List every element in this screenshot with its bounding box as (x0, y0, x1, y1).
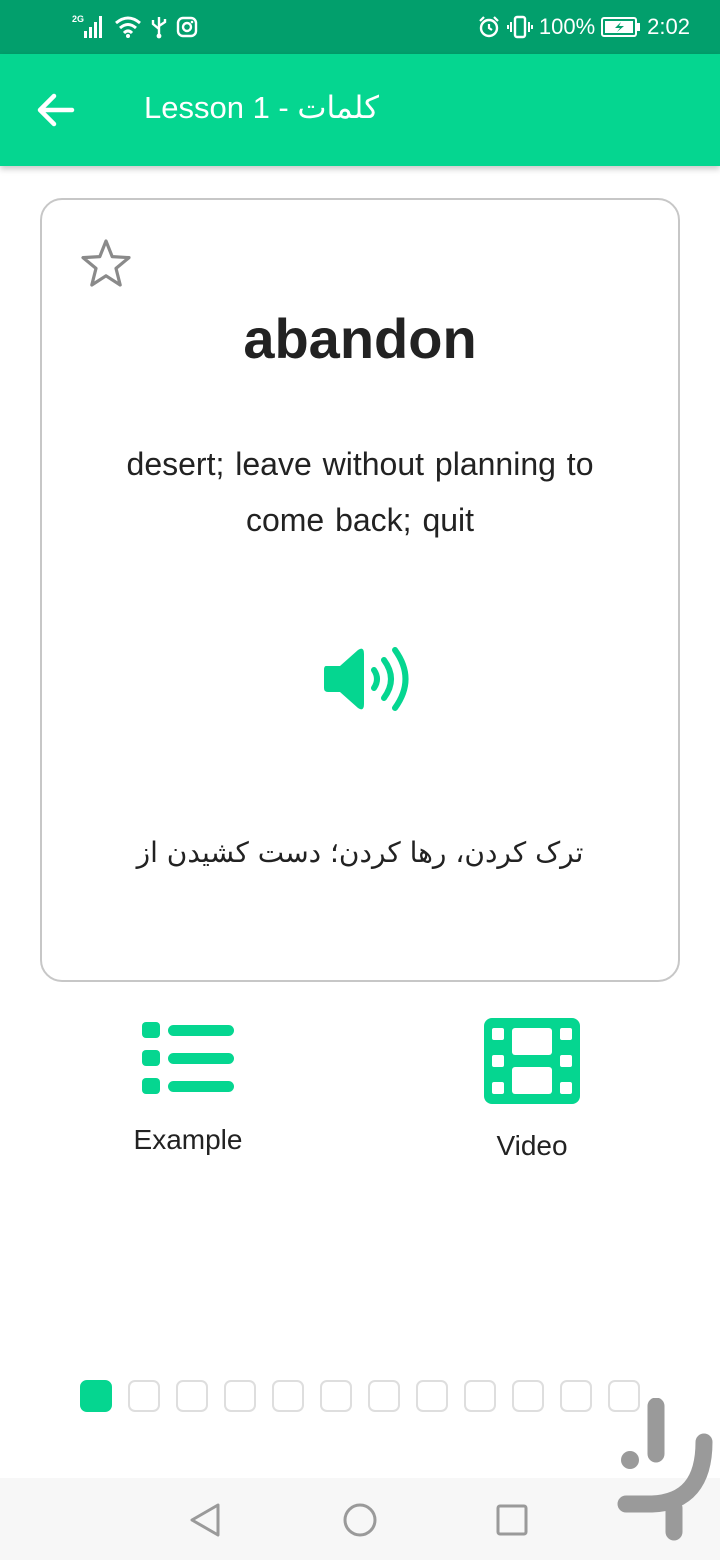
arrow-left-icon (37, 93, 75, 127)
word-text: abandon (243, 307, 477, 370)
page-dot[interactable] (560, 1380, 592, 1412)
square-recent-icon (496, 1504, 528, 1536)
back-button[interactable] (28, 84, 84, 136)
page-dot[interactable] (320, 1380, 352, 1412)
page-dot[interactable] (272, 1380, 304, 1412)
pronunciation-button[interactable] (318, 640, 422, 720)
status-right-icons: 100% 2:02 (477, 12, 690, 42)
app-bar: Lesson 1 - کلمات (0, 54, 720, 166)
translation-text: ترک کردن، رها کردن؛ دست کشیدن از (136, 836, 584, 869)
triangle-back-icon (190, 1503, 220, 1537)
page-dot[interactable] (464, 1380, 496, 1412)
battery-icon (601, 17, 641, 37)
status-left-icons: 2G (72, 12, 198, 42)
film-icon (484, 1018, 580, 1104)
battery-percent: 100% (538, 14, 596, 39)
star-outline-icon (81, 239, 131, 287)
usb-icon (151, 17, 167, 39)
svg-text:2G: 2G (72, 14, 84, 24)
signal-icon: 2G (72, 14, 102, 38)
page-dot[interactable] (128, 1380, 160, 1412)
nav-recent-button[interactable] (490, 1498, 534, 1542)
instagram-icon (176, 16, 198, 38)
page-dot[interactable] (224, 1380, 256, 1412)
video-label: Video (496, 1130, 568, 1161)
store-logo-watermark (617, 1398, 713, 1541)
example-label: Example (133, 1124, 243, 1155)
page-title: Lesson 1 - کلمات (144, 90, 379, 125)
video-button[interactable]: Video (422, 1018, 642, 1162)
page-dot[interactable] (80, 1380, 112, 1412)
clock: 2:02 (647, 14, 690, 39)
alarm-icon (479, 16, 499, 38)
list-icon (142, 1022, 234, 1094)
wifi-icon (115, 16, 141, 38)
page-dot[interactable] (512, 1380, 544, 1412)
example-button[interactable]: Example (78, 1018, 298, 1156)
page-dot[interactable] (416, 1380, 448, 1412)
page-dot[interactable] (368, 1380, 400, 1412)
status-bar: 2G 100% 2:02 (0, 0, 720, 54)
app-screen: 2G 100% 2:02 Lesson 1 - کلمات abandon de… (0, 0, 720, 1560)
page-indicator (80, 1380, 640, 1412)
circle-home-icon (343, 1503, 377, 1537)
nav-home-button[interactable] (338, 1498, 382, 1542)
page-dot[interactable] (176, 1380, 208, 1412)
favorite-button[interactable] (78, 236, 134, 292)
vibrate-icon (506, 15, 533, 39)
flash-card: abandon desert; leave without planning t… (40, 198, 680, 982)
volume-up-icon (324, 647, 409, 711)
nav-back-button[interactable] (184, 1498, 228, 1542)
definition-text: desert; leave without planning to come b… (126, 446, 594, 538)
